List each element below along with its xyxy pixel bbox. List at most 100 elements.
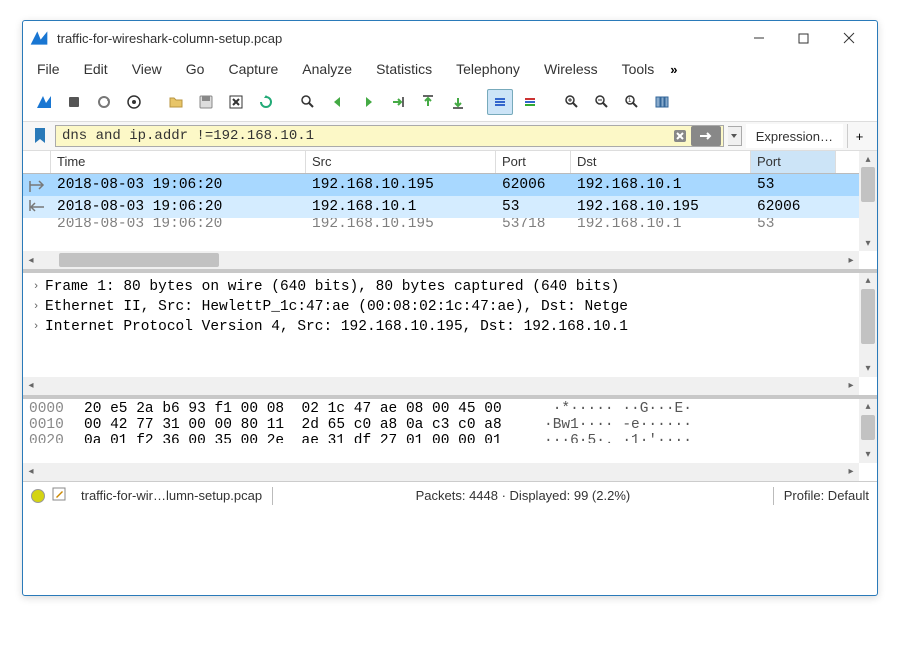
scroll-right-icon[interactable]: ▸ [843,463,859,481]
column-header-sport[interactable]: Port [496,151,571,173]
hex-vscrollbar[interactable]: ▴ ▾ [859,399,877,463]
column-header-dst[interactable]: Dst [571,151,751,173]
status-packets: Packets: 4448 · Displayed: 99 (2.2%) [283,488,763,503]
tree-item[interactable]: ›Internet Protocol Version 4, Src: 192.1… [23,317,877,337]
details-vscrollbar[interactable]: ▴ ▾ [859,273,877,377]
packet-list-body[interactable]: 2018-08-03 19:06:20 192.168.10.195 62006… [23,174,877,251]
edit-capture-icon[interactable] [51,486,67,505]
packet-list-hscrollbar[interactable]: ◂ ▸ [23,251,859,269]
apply-filter-icon[interactable] [691,126,721,146]
go-first-icon[interactable] [415,89,441,115]
expand-icon[interactable]: › [27,321,45,333]
go-last-icon[interactable] [445,89,471,115]
display-filter-input[interactable] [58,128,671,144]
scroll-up-icon[interactable]: ▴ [859,151,877,167]
menu-file[interactable]: File [33,57,72,81]
resize-columns-icon[interactable] [649,89,675,115]
menu-view[interactable]: View [120,57,174,81]
zoom-out-icon[interactable] [589,89,615,115]
menu-overflow[interactable]: » [666,58,681,81]
response-arrow-icon [23,200,51,214]
go-back-icon[interactable] [325,89,351,115]
scroll-left-icon[interactable]: ◂ [23,377,39,395]
expand-icon[interactable]: › [27,301,45,313]
status-profile[interactable]: Profile: Default [784,488,869,503]
capture-options-icon[interactable] [121,89,147,115]
hex-offset: 0000 [29,401,84,417]
menu-wireless[interactable]: Wireless [532,57,610,81]
add-filter-button[interactable]: + [847,124,871,148]
column-header-src[interactable]: Src [306,151,496,173]
hex-row[interactable]: 00200a 01 f2 36 00 35 00 2e ae 31 df 27 … [27,433,873,443]
hex-offset: 0020 [29,433,84,443]
column-header-time[interactable]: Time [51,151,306,173]
hex-row[interactable]: 001000 42 77 31 00 00 80 11 2d 65 c0 a8 … [27,417,873,433]
auto-scroll-icon[interactable] [487,89,513,115]
filter-input-container [55,125,724,147]
menu-bar: File Edit View Go Capture Analyze Statis… [23,55,877,87]
packet-list-header: Time Src Port Dst Port [23,151,877,174]
find-icon[interactable] [295,89,321,115]
maximize-button[interactable] [781,24,826,52]
go-to-packet-icon[interactable] [385,89,411,115]
scroll-down-icon[interactable]: ▾ [859,447,877,463]
hex-row[interactable]: 000020 e5 2a b6 93 f1 00 08 02 1c 47 ae … [27,401,873,417]
hex-hscrollbar[interactable]: ◂ ▸ [23,463,859,481]
go-forward-icon[interactable] [355,89,381,115]
packet-row[interactable]: 2018-08-03 19:06:20 192.168.10.195 53718… [23,218,877,230]
scroll-left-icon[interactable]: ◂ [23,251,39,269]
zoom-in-icon[interactable] [559,89,585,115]
menu-statistics[interactable]: Statistics [364,57,444,81]
scroll-down-icon[interactable]: ▾ [859,235,877,251]
scroll-up-icon[interactable]: ▴ [859,273,877,289]
menu-capture[interactable]: Capture [216,57,290,81]
scroll-down-icon[interactable]: ▾ [859,361,877,377]
expression-button[interactable]: Expression… [746,124,843,148]
menu-go[interactable]: Go [174,57,217,81]
restart-capture-icon[interactable] [91,89,117,115]
packet-list-vscrollbar[interactable]: ▴ ▾ [859,151,877,251]
save-file-icon[interactable] [193,89,219,115]
expand-icon[interactable]: › [27,281,45,293]
menu-analyze[interactable]: Analyze [290,57,364,81]
close-button[interactable] [826,24,871,52]
packet-details-body[interactable]: ›Frame 1: 80 bytes on wire (640 bits), 8… [23,273,877,377]
tree-item[interactable]: ›Ethernet II, Src: HewlettP_1c:47:ae (00… [23,297,877,317]
expert-info-icon[interactable] [31,489,45,503]
menu-tools[interactable]: Tools [610,57,667,81]
menu-edit[interactable]: Edit [72,57,120,81]
detail-text: Frame 1: 80 bytes on wire (640 bits), 80… [45,279,619,295]
details-hscrollbar[interactable]: ◂ ▸ [23,377,859,395]
packet-row[interactable]: 2018-08-03 19:06:20 192.168.10.1 53 192.… [23,196,877,218]
title-bar: traffic-for-wireshark-column-setup.pcap [23,21,877,55]
cell-sport: 53718 [496,218,571,230]
detail-text: Internet Protocol Version 4, Src: 192.16… [45,319,628,335]
scroll-right-icon[interactable]: ▸ [843,377,859,395]
open-file-icon[interactable] [163,89,189,115]
bookmark-icon[interactable] [29,125,51,147]
colorize-icon[interactable] [517,89,543,115]
column-header-dport[interactable]: Port [751,151,836,173]
hex-ascii: ·*····· ··G···E· [544,401,692,417]
scroll-left-icon[interactable]: ◂ [23,463,39,481]
scroll-right-icon[interactable]: ▸ [843,251,859,269]
packet-row[interactable]: 2018-08-03 19:06:20 192.168.10.195 62006… [23,174,877,196]
stop-capture-icon[interactable] [61,89,87,115]
zoom-reset-icon[interactable]: 1 [619,89,645,115]
packet-bytes-body[interactable]: 000020 e5 2a b6 93 f1 00 08 02 1c 47 ae … [23,399,877,463]
filter-history-dropdown[interactable] [728,126,742,146]
cell-sport: 53 [496,198,571,216]
cell-sport: 62006 [496,176,571,194]
scroll-up-icon[interactable]: ▴ [859,399,877,415]
clear-filter-icon[interactable] [671,127,689,145]
minimize-button[interactable] [736,24,781,52]
tree-item[interactable]: ›Frame 1: 80 bytes on wire (640 bits), 8… [23,277,877,297]
cell-dport: 62006 [751,198,836,216]
start-capture-icon[interactable] [31,89,57,115]
cell-time: 2018-08-03 19:06:20 [51,176,306,194]
hex-bytes: 20 e5 2a b6 93 f1 00 08 02 1c 47 ae 08 0… [84,401,544,417]
reload-icon[interactable] [253,89,279,115]
request-arrow-icon [23,178,51,192]
close-file-icon[interactable] [223,89,249,115]
menu-telephony[interactable]: Telephony [444,57,532,81]
